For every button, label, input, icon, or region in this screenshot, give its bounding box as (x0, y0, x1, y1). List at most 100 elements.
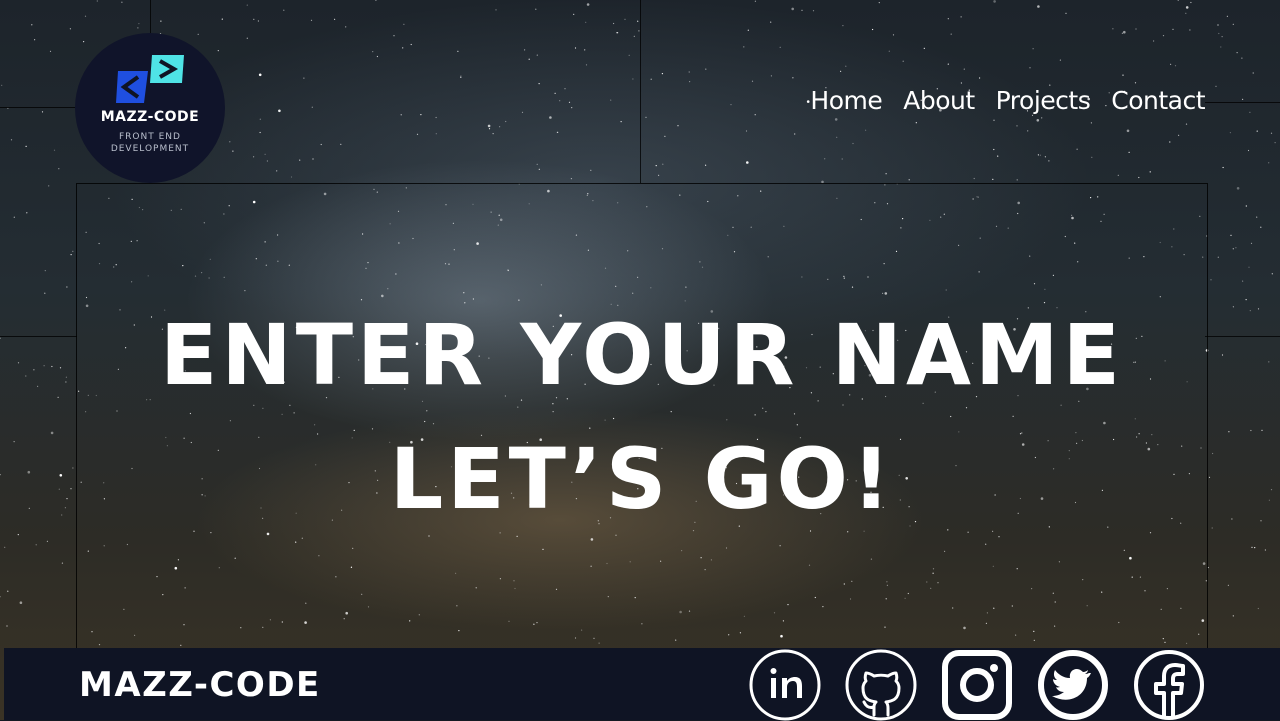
nav-about[interactable]: About (903, 86, 975, 115)
logo-title: MAZZ-CODE (100, 109, 200, 125)
star (1128, 151, 1130, 153)
star (416, 133, 419, 135)
star (217, 50, 219, 52)
hero-line-1: ENTER YOUR NAME (160, 305, 1124, 404)
linkedin-icon (749, 649, 821, 721)
star (1036, 119, 1040, 122)
facebook-icon (1134, 650, 1204, 720)
star (312, 158, 314, 160)
star (1250, 242, 1253, 244)
star (33, 369, 35, 371)
star (1126, 129, 1130, 133)
star (50, 431, 54, 435)
nav-projects[interactable]: Projects (996, 86, 1091, 115)
star (1185, 123, 1188, 125)
star (745, 130, 748, 132)
star (1271, 273, 1273, 275)
instagram-icon (942, 650, 1012, 720)
star (138, 23, 140, 25)
star (535, 8, 537, 10)
star (28, 507, 30, 509)
star (70, 254, 72, 256)
star (393, 35, 395, 37)
star (221, 18, 223, 20)
star (754, 0, 757, 2)
star (536, 163, 538, 165)
star (664, 135, 666, 137)
star (536, 54, 538, 56)
star (58, 168, 60, 170)
star (661, 73, 664, 75)
instagram-link[interactable] (941, 649, 1013, 721)
star (1117, 174, 1119, 176)
star (400, 114, 402, 116)
star (568, 101, 571, 103)
facebook-link[interactable] (1133, 649, 1205, 721)
star (743, 46, 745, 48)
star (1134, 82, 1137, 84)
star (303, 77, 305, 79)
star (791, 7, 794, 11)
star (705, 68, 707, 70)
star (521, 111, 524, 113)
star (403, 23, 405, 25)
star (420, 114, 422, 116)
star (992, 178, 994, 180)
star (1153, 40, 1155, 42)
star (950, 33, 952, 35)
star (590, 169, 592, 171)
hero-section: ENTER YOUR NAME LET’S GO! (76, 183, 1208, 650)
nav-contact[interactable]: Contact (1111, 86, 1205, 115)
star (299, 159, 301, 161)
brand-logo[interactable]: MAZZ-CODE FRONT END DEVELOPMENT (75, 33, 225, 183)
star (487, 124, 491, 128)
star (121, 1, 123, 3)
star (1231, 518, 1233, 520)
star (1241, 57, 1243, 59)
star (266, 160, 268, 162)
star (1254, 547, 1256, 549)
main-nav: Home About Projects Contact (810, 86, 1205, 115)
star (628, 54, 630, 56)
star (554, 92, 556, 94)
star (1016, 179, 1018, 181)
star (345, 26, 347, 28)
nav-home[interactable]: Home (810, 86, 882, 115)
star (253, 18, 255, 20)
star (232, 150, 234, 152)
star (59, 367, 62, 369)
star (1235, 247, 1237, 249)
star (963, 68, 965, 70)
logo-tagline-line1: FRONT END (119, 132, 181, 142)
star (1236, 187, 1240, 190)
linkedin-link[interactable] (749, 649, 821, 721)
star (1059, 59, 1061, 61)
star (1260, 226, 1262, 228)
star (58, 488, 60, 490)
star (1162, 35, 1165, 37)
twitter-link[interactable] (1037, 649, 1109, 721)
star (197, 33, 199, 36)
star (64, 507, 66, 509)
github-link[interactable] (845, 649, 917, 721)
star (1027, 130, 1029, 132)
star (1249, 310, 1251, 312)
logo-tagline-line2: DEVELOPMENT (110, 144, 190, 154)
star (1230, 234, 1232, 236)
star (258, 73, 262, 77)
star (0, 337, 1, 339)
footer-brand: MAZZ-CODE (79, 665, 321, 705)
frame-line (0, 336, 77, 337)
star (865, 129, 867, 131)
star (1217, 24, 1219, 26)
star (1261, 429, 1263, 431)
star (57, 396, 59, 398)
star (72, 467, 74, 469)
star (31, 24, 33, 26)
star (1065, 12, 1067, 14)
star (43, 365, 45, 367)
star (61, 514, 63, 516)
star (892, 34, 895, 36)
star (574, 47, 577, 49)
star (41, 111, 44, 113)
